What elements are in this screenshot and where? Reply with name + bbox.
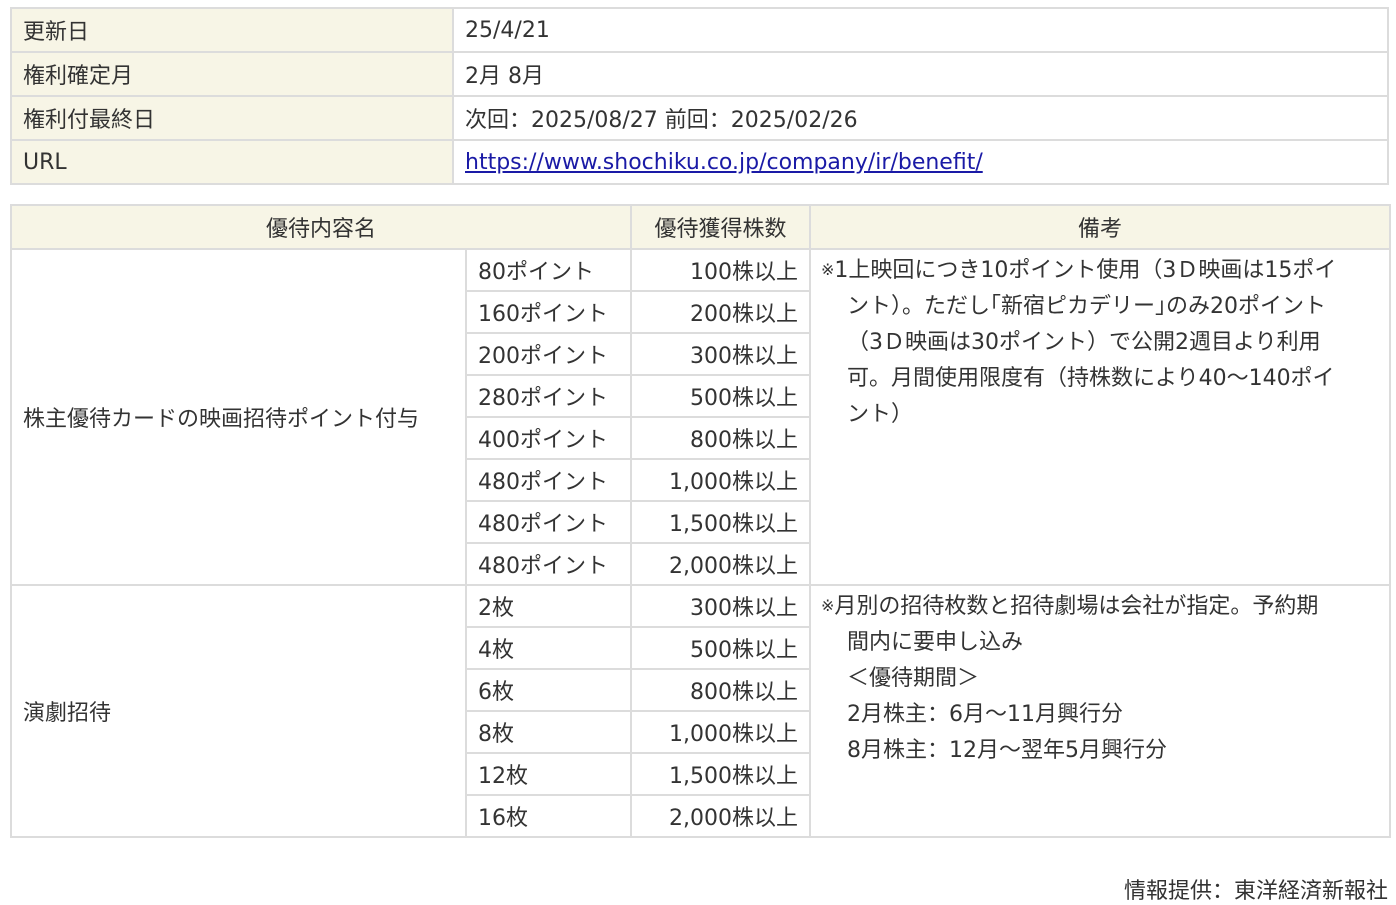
required-shares: 800株以上 (630, 416, 812, 460)
benefit-table: 優待内容名 優待獲得株数 備考 株主優待カードの映画招待ポイント付与 80ポイント… (9, 204, 1392, 838)
required-shares: 500株以上 (630, 626, 812, 670)
remark-text: 8月株主：12月～翌年5月興行分 (847, 738, 1168, 763)
required-shares: 100株以上 (630, 248, 812, 292)
benefit-content: 8枚 (464, 710, 633, 754)
info-row-last-trading-day: 権利付最終日 次回：2025/08/27 前回：2025/02/26 (10, 95, 1389, 141)
remark-text: （3Ｄ映画は30ポイント）で公開2週目より利用 (847, 330, 1321, 355)
remark-line: ※月別の招待枚数と招待劇場は会社が指定。予約期 (821, 588, 1381, 625)
required-shares: 300株以上 (630, 332, 812, 376)
header-benefit-name: 優待内容名 (9, 204, 633, 250)
remark-text: 1上映回につき10ポイント使用（3Ｄ映画は15ポイ (834, 258, 1337, 283)
remark-text: 2月株主：6月～11月興行分 (847, 702, 1124, 727)
required-shares: 300株以上 (630, 584, 812, 628)
table-row: 株主優待カードの映画招待ポイント付与 80ポイント 100株以上 ※1上映回につき10… (10, 248, 1392, 586)
remark-text: ント）。ただし｢新宿ピカデリー｣のみ20ポイント (847, 294, 1327, 319)
update-date-value: 25/4/21 (452, 7, 1389, 53)
required-shares: 800株以上 (630, 668, 812, 712)
required-shares: 500株以上 (630, 374, 812, 418)
benefit-content: 400ポイント (464, 416, 633, 460)
note-mark: ※ (821, 596, 835, 615)
remark-line: ント） (821, 397, 1381, 433)
required-shares: 1,000株以上 (630, 710, 812, 754)
required-shares: 1,000株以上 (630, 458, 812, 502)
benefit-content: 12枚 (464, 752, 633, 796)
required-shares: 1,500株以上 (630, 752, 812, 796)
remark-line: 可。月間使用限度有（持株数により40～140ポイ (821, 361, 1381, 397)
header-remarks: 備考 (809, 204, 1392, 250)
record-month-label: 権利確定月 (10, 51, 454, 97)
remark-line: ント）。ただし｢新宿ピカデリー｣のみ20ポイント (821, 289, 1381, 325)
benefit-url-link[interactable]: https://www.shochiku.co.jp/company/ir/be… (465, 150, 983, 175)
remark-line: 間内に要申し込み (821, 625, 1381, 661)
benefit-group-name: 株主優待カードの映画招待ポイント付与 (10, 248, 467, 586)
benefit-content: 160ポイント (464, 290, 633, 334)
remark-text: 可。月間使用限度有（持株数により40～140ポイ (847, 366, 1335, 391)
benefit-remarks: ※月別の招待枚数と招待劇場は会社が指定。予約期間内に要申し込み ＜優待期間＞ 2月株… (809, 584, 1392, 838)
benefit-remarks: ※1上映回につき10ポイント使用（3Ｄ映画は15ポイ ント）。ただし｢新宿ピカデリ… (809, 248, 1392, 586)
benefit-content: 480ポイント (464, 458, 633, 502)
benefit-content: 280ポイント (464, 374, 633, 418)
data-source-credit: 情報提供：東洋経済新報社 (1123, 879, 1388, 904)
last-trading-day-label: 権利付最終日 (10, 95, 454, 141)
benefit-content: 4枚 (464, 626, 633, 670)
record-month-value: 2月 8月 (452, 51, 1389, 97)
benefit-group-name: 演劇招待 (10, 584, 467, 838)
remark-text: ント） (847, 402, 914, 427)
info-row-url: URL https://www.shochiku.co.jp/company/i… (10, 139, 1389, 185)
remark-text: 月別の招待枚数と招待劇場は会社が指定。予約期 (834, 594, 1319, 619)
required-shares: 2,000株以上 (630, 542, 812, 586)
remark-text: ＜優待期間＞ (847, 666, 980, 691)
required-shares: 200株以上 (630, 290, 812, 334)
required-shares: 1,500株以上 (630, 500, 812, 544)
benefit-content: 480ポイント (464, 542, 633, 586)
last-trading-day-value: 次回：2025/08/27 前回：2025/02/26 (452, 95, 1389, 141)
benefit-content: 200ポイント (464, 332, 633, 376)
remark-line: ※1上映回につき10ポイント使用（3Ｄ映画は15ポイ (821, 252, 1381, 289)
url-value: https://www.shochiku.co.jp/company/ir/be… (452, 139, 1389, 185)
update-date-label: 更新日 (10, 7, 454, 53)
table-row: 演劇招待 2枚 300株以上 ※月別の招待枚数と招待劇場は会社が指定。予約期 間内に要申… (10, 584, 1392, 838)
url-label: URL (10, 139, 454, 185)
remark-text: 間内に要申し込み (847, 630, 1024, 655)
header-required-shares: 優待獲得株数 (630, 204, 812, 250)
note-mark: ※ (821, 260, 835, 279)
benefit-header-row: 優待内容名 優待獲得株数 備考 (9, 204, 1392, 250)
required-shares: 2,000株以上 (630, 794, 812, 838)
stock-info-table: 更新日 25/4/21 権利確定月 2月 8月 権利付最終日 次回：2025/0… (10, 7, 1389, 185)
info-row-record-month: 権利確定月 2月 8月 (10, 51, 1389, 97)
remark-line: ＜優待期間＞ (821, 661, 1381, 697)
benefit-content: 480ポイント (464, 500, 633, 544)
benefit-content: 2枚 (464, 584, 633, 628)
benefit-content: 80ポイント (464, 248, 633, 292)
remark-line: 2月株主：6月～11月興行分 (821, 697, 1381, 733)
benefit-content: 6枚 (464, 668, 633, 712)
benefit-content: 16枚 (464, 794, 633, 838)
remark-line: 8月株主：12月～翌年5月興行分 (821, 733, 1381, 769)
info-row-update-date: 更新日 25/4/21 (10, 7, 1389, 53)
remark-line: （3Ｄ映画は30ポイント）で公開2週目より利用 (821, 325, 1381, 361)
